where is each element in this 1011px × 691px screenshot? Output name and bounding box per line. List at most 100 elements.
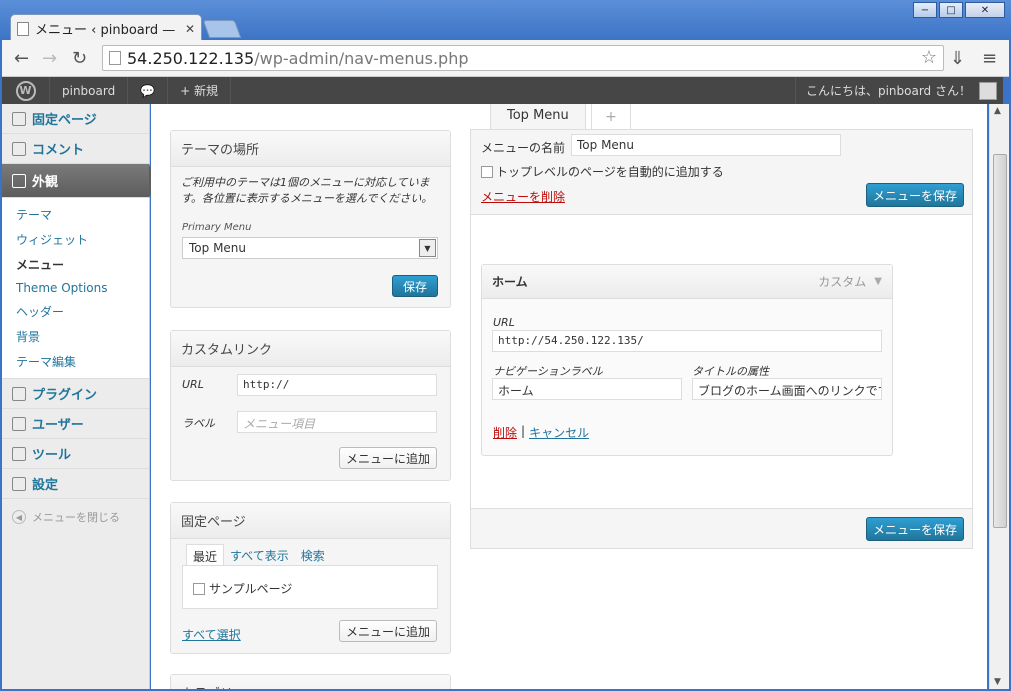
checkbox[interactable]	[193, 582, 205, 595]
save-locations-button[interactable]: 保存	[392, 275, 438, 297]
forward-arrow-icon[interactable]: →	[42, 48, 57, 69]
comment-icon	[12, 141, 26, 156]
bookmark-star-icon[interactable]: ☆	[921, 47, 937, 68]
cancel-link[interactable]: キャンセル	[529, 424, 589, 441]
maximize-button[interactable]: □	[939, 2, 963, 18]
plugin-icon	[12, 386, 26, 401]
admin-sidebar: 固定ページ コメント 外観 テーマ ウィジェット メニュー Theme Opti…	[2, 104, 157, 689]
new-tab-button[interactable]	[202, 20, 242, 38]
list-item[interactable]: サンプルページ	[193, 580, 292, 597]
primary-menu-label: Primary Menu	[182, 222, 252, 233]
account-menu[interactable]: こんにちは、pinboard さん！	[794, 77, 1003, 104]
primary-menu-select[interactable]: Top Menu ▼	[182, 237, 438, 259]
add-menu-tab[interactable]: +	[591, 104, 631, 130]
wordpress-logo-icon[interactable]: W	[2, 77, 50, 104]
sidebar-item-comments[interactable]: コメント	[2, 134, 149, 164]
comment-bubble-icon[interactable]: 💬	[128, 77, 169, 104]
collapse-menu-button[interactable]: ◀ メニューを閉じる	[2, 499, 149, 535]
sidebar-item-users[interactable]: ユーザー	[2, 409, 149, 439]
menu-icon[interactable]: ≡	[982, 48, 997, 69]
custom-url-input[interactable]: http://	[237, 374, 437, 396]
sidebar-item-label: コメント	[32, 143, 85, 158]
tab-title: メニュー ‹ pinboard — V	[35, 23, 179, 38]
scroll-up-icon[interactable]: ▲	[994, 106, 1001, 116]
minimize-button[interactable]: −	[913, 2, 937, 18]
url-host: 54.250.122.135	[127, 48, 255, 68]
list-item-label: サンプルページ	[209, 582, 293, 596]
select-value: Top Menu	[189, 241, 247, 255]
separator: |	[521, 424, 526, 438]
appearance-icon	[12, 173, 26, 188]
menu-header: メニューの名前 Top Menu トップレベルのページを自動的に追加する メニュ…	[471, 130, 972, 215]
sidebar-item-appearance[interactable]: 外観	[2, 164, 157, 198]
appearance-submenu: テーマ ウィジェット メニュー Theme Options ヘッダー 背景 テー…	[2, 198, 149, 379]
sidebar-item-tools[interactable]: ツール	[2, 439, 149, 469]
theme-locations-box: テーマの場所 ご利用中のテーマは1個のメニューに対応しています。各位置に表示する…	[170, 130, 451, 308]
site-name-link[interactable]: pinboard	[50, 77, 129, 104]
submenu-header[interactable]: ヘッダー	[2, 299, 149, 324]
pages-box: 固定ページ 最近 すべて表示 検索 サンプルページ すべて選択 メニューに追加	[170, 502, 451, 654]
add-pages-button[interactable]: メニューに追加	[339, 620, 437, 642]
submenu-theme-editor[interactable]: テーマ編集	[2, 349, 149, 374]
back-arrow-icon[interactable]: ←	[14, 48, 29, 69]
item-url-input[interactable]: http://54.250.122.135/	[492, 330, 882, 352]
pages-title: 固定ページ	[171, 503, 450, 539]
delete-menu-link[interactable]: メニューを削除	[481, 188, 565, 205]
custom-links-box: カスタムリンク URL http:// ラベル メニュー項目 メニューに追加	[170, 330, 451, 481]
submenu-background[interactable]: 背景	[2, 324, 149, 349]
settings-icon	[12, 476, 26, 491]
close-window-button[interactable]: ✕	[965, 2, 1005, 18]
reload-icon[interactable]: ↻	[72, 48, 87, 69]
scrollbar-thumb[interactable]	[993, 154, 1007, 528]
save-menu-button-bottom[interactable]: メニューを保存	[866, 517, 964, 541]
address-bar[interactable]: 54.250.122.135/wp-admin/nav-menus.php ☆	[102, 45, 944, 71]
avatar	[979, 81, 997, 100]
select-all-link[interactable]: すべて選択	[182, 626, 241, 643]
auto-add-option[interactable]: トップレベルのページを自動的に追加する	[481, 163, 724, 180]
menu-item-home: ホーム カスタム ▼ URL http://54.250.122.135/ ナビ…	[481, 264, 893, 456]
main-content: テーマの場所 ご利用中のテーマは1個のメニューに対応しています。各位置に表示する…	[151, 104, 987, 689]
url-path: /wp-admin/nav-menus.php	[254, 48, 469, 68]
sidebar-item-label: 固定ページ	[32, 113, 97, 128]
link-label-label: ラベル	[182, 417, 215, 430]
menu-item-type: カスタム	[818, 275, 867, 289]
categories-title: カテゴリー	[171, 675, 450, 689]
browser-toolbar: ← → ↻ 54.250.122.135/wp-admin/nav-menus.…	[2, 40, 1009, 77]
extension-download-icon[interactable]: ⇓	[950, 48, 965, 69]
title-bar: メニュー ‹ pinboard — V ✕ − □ ✕	[0, 0, 1011, 42]
tab-top-menu[interactable]: Top Menu	[490, 104, 586, 130]
sidebar-item-settings[interactable]: 設定	[2, 469, 149, 499]
checkbox[interactable]	[481, 165, 493, 178]
submenu-widgets[interactable]: ウィジェット	[2, 227, 149, 252]
menu-item-header[interactable]: ホーム カスタム ▼	[482, 265, 892, 299]
menu-footer: メニューを保存	[471, 508, 972, 548]
theme-locations-note: ご利用中のテーマは1個のメニューに対応しています。各位置に表示するメニューを選ん…	[181, 176, 433, 205]
title-attr-input[interactable]: ブログのホーム画面へのリンクです	[692, 378, 882, 400]
sidebar-item-pages[interactable]: 固定ページ	[2, 104, 149, 134]
submenu-menus[interactable]: メニュー	[2, 252, 149, 277]
save-menu-button-top[interactable]: メニューを保存	[866, 183, 964, 207]
custom-label-input[interactable]: メニュー項目	[237, 411, 437, 433]
menu-name-input[interactable]: Top Menu	[571, 134, 841, 156]
sidebar-item-plugins[interactable]: プラグイン	[2, 379, 149, 409]
browser-tab[interactable]: メニュー ‹ pinboard — V ✕	[10, 14, 202, 42]
close-tab-icon[interactable]: ✕	[185, 22, 195, 36]
chevron-down-icon: ▼	[419, 239, 436, 257]
submenu-themes[interactable]: テーマ	[2, 202, 149, 227]
sidebar-item-label: ユーザー	[32, 418, 84, 433]
sidebar-item-label: プラグイン	[32, 388, 98, 403]
url-label: URL	[182, 378, 204, 391]
submenu-theme-options[interactable]: Theme Options	[2, 277, 149, 299]
expand-arrow-icon[interactable]: ▼	[874, 276, 882, 287]
collapse-label: メニューを閉じる	[32, 511, 120, 524]
new-content-link[interactable]: + 新規	[168, 77, 232, 104]
add-custom-link-button[interactable]: メニューに追加	[339, 447, 437, 469]
sidebar-item-label: 外観	[32, 175, 59, 190]
vertical-scrollbar[interactable]: ▲ ▼	[989, 104, 1009, 689]
nav-label-input[interactable]: ホーム	[492, 378, 682, 400]
scroll-down-icon[interactable]: ▼	[994, 677, 1001, 687]
remove-item-link[interactable]: 削除	[493, 424, 517, 441]
tools-icon	[12, 446, 26, 461]
users-icon	[12, 416, 26, 431]
browser-window: メニュー ‹ pinboard — V ✕ − □ ✕ ← → ↻ 54.250…	[0, 0, 1011, 691]
